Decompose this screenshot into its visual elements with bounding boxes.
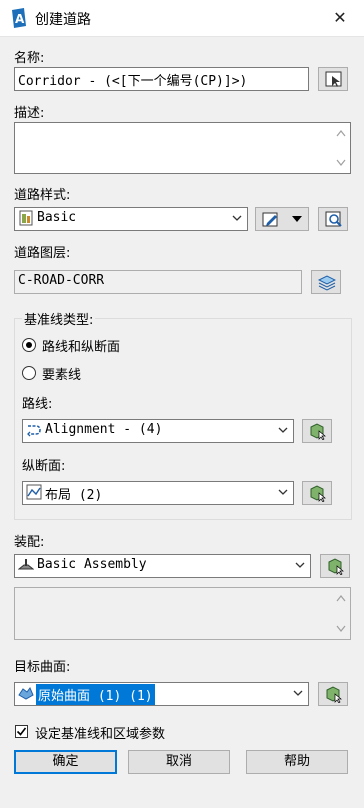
help-button[interactable]: 帮助 xyxy=(246,750,348,774)
scroll-up-icon[interactable] xyxy=(336,594,346,602)
radio-feature-line-label[interactable]: 要素线 xyxy=(42,364,81,383)
window-title: 创建道路 xyxy=(35,12,91,28)
target-surface-select[interactable]: 原始曲面 (1) (1) xyxy=(14,682,309,706)
chevron-down-icon xyxy=(232,215,242,221)
assembly-scrollbar[interactable] xyxy=(333,588,350,639)
radio-alignment-profile[interactable] xyxy=(22,338,36,352)
description-label: 描述: xyxy=(14,106,45,121)
name-input[interactable]: Corridor - (<[下一个编号(CP)]>) xyxy=(14,67,309,91)
radio-alignment-profile-label[interactable]: 路线和纵断面 xyxy=(42,336,120,355)
scroll-up-icon[interactable] xyxy=(336,129,346,137)
corridor-style-select[interactable]: Basic xyxy=(14,207,248,231)
profile-select[interactable]: 布局 (2) xyxy=(22,481,294,505)
scroll-down-icon[interactable] xyxy=(336,159,346,167)
preview-icon xyxy=(325,211,342,227)
alignment-select[interactable]: Alignment - (4) xyxy=(22,419,294,443)
corridor-style-label: 道路样式: xyxy=(14,188,71,203)
checkmark-icon xyxy=(16,727,27,736)
assembly-icon xyxy=(18,559,34,570)
target-surface-label: 目标曲面: xyxy=(14,660,71,675)
name-pick-button[interactable] xyxy=(318,67,348,91)
title-bar: A 创建道路 ✕ xyxy=(0,0,364,37)
chevron-down-icon xyxy=(295,562,305,568)
edit-style-icon xyxy=(262,212,278,227)
alignment-label: 路线: xyxy=(22,397,53,412)
name-label: 名称: xyxy=(14,51,45,66)
layer-icon xyxy=(318,275,336,291)
dropdown-arrow-icon xyxy=(292,216,302,222)
radio-feature-line[interactable] xyxy=(22,366,36,380)
edit-style-button[interactable] xyxy=(255,207,309,231)
select-from-drawing-icon xyxy=(310,423,326,440)
style-icon xyxy=(19,210,33,226)
assembly-info-box xyxy=(14,587,351,640)
scroll-down-icon[interactable] xyxy=(336,625,346,633)
assembly-pick-button[interactable] xyxy=(320,554,350,578)
alignment-pick-button[interactable] xyxy=(302,419,332,443)
style-preview-button[interactable] xyxy=(318,207,348,231)
alignment-value: Alignment - (4) xyxy=(45,422,163,437)
layer-button[interactable] xyxy=(311,270,341,294)
cancel-button[interactable]: 取消 xyxy=(128,750,230,774)
corridor-layer-value: C-ROAD-CORR xyxy=(18,273,105,288)
profile-pick-button[interactable] xyxy=(302,481,332,505)
set-params-checkbox[interactable] xyxy=(15,725,28,738)
baseline-type-label: 基准线类型: xyxy=(22,309,96,328)
autocad-icon: A xyxy=(12,8,26,28)
description-textarea[interactable] xyxy=(14,122,351,174)
name-value: Corridor - (<[下一个编号(CP)]>) xyxy=(18,74,248,89)
description-scrollbar[interactable] xyxy=(333,123,350,173)
chevron-down-icon xyxy=(278,489,288,495)
target-surface-value: 原始曲面 (1) (1) xyxy=(36,684,155,705)
ok-button[interactable]: 确定 xyxy=(14,750,117,774)
alignment-icon xyxy=(27,425,41,437)
chevron-down-icon xyxy=(293,690,303,696)
pick-from-drawing-icon xyxy=(325,71,342,87)
select-from-drawing-icon xyxy=(310,485,326,502)
corridor-layer-field: C-ROAD-CORR xyxy=(14,270,302,294)
assembly-select[interactable]: Basic Assembly xyxy=(14,554,311,578)
profile-icon xyxy=(26,484,42,500)
corridor-layer-label: 道路图层: xyxy=(14,246,71,261)
corridor-style-value: Basic xyxy=(37,210,77,225)
assembly-value: Basic Assembly xyxy=(37,557,147,572)
assembly-label: 装配: xyxy=(14,535,45,550)
profile-value: 布局 (2) xyxy=(45,488,103,503)
select-from-drawing-icon xyxy=(326,686,342,703)
surface-icon xyxy=(18,687,34,700)
chevron-down-icon xyxy=(278,427,288,433)
select-from-drawing-icon xyxy=(328,558,344,575)
close-icon[interactable]: ✕ xyxy=(318,2,362,34)
set-params-label[interactable]: 设定基准线和区域参数 xyxy=(35,723,165,742)
svg-text:A: A xyxy=(15,12,25,26)
profile-label: 纵断面: xyxy=(22,459,66,474)
surface-pick-button[interactable] xyxy=(318,682,348,706)
